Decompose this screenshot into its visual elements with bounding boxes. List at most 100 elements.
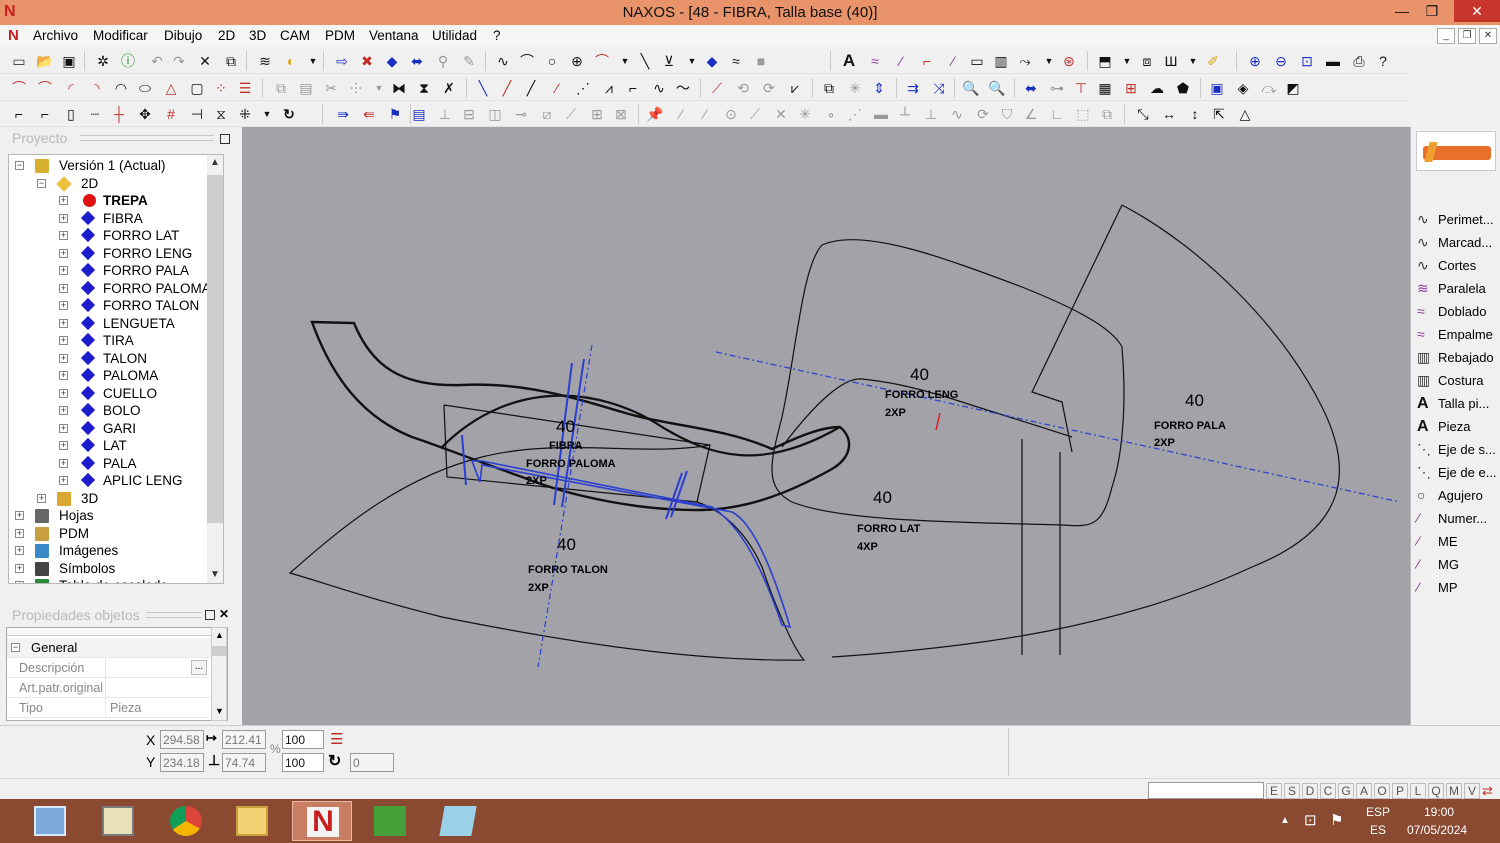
expand-toggle-icon[interactable]: + <box>59 441 68 450</box>
star-icon[interactable]: ✳ <box>796 105 814 123</box>
tree-item[interactable]: + Hojas <box>9 507 209 525</box>
menu-3d[interactable]: 3D <box>249 28 266 43</box>
pin-icon[interactable]: 📌 <box>646 105 664 123</box>
tool-pieza[interactable]: A Pieza <box>1415 416 1500 438</box>
tool-perimet[interactable]: ∿ Perimet... <box>1415 209 1500 231</box>
status-special-icon[interactable]: ⇄ <box>1482 783 1498 799</box>
dropdown-arrow-icon[interactable]: ▼ <box>304 52 322 70</box>
expand-toggle-icon[interactable]: + <box>59 248 68 258</box>
split-icon[interactable]: ⸭ <box>347 79 365 97</box>
explode-icon[interactable]: ✳ <box>846 79 864 97</box>
baseline-icon[interactable]: ⊥ <box>922 105 940 123</box>
small-circle-icon[interactable]: ∘ <box>822 105 840 123</box>
offset-icon[interactable]: ⁄ <box>892 52 910 70</box>
expand-toggle-icon[interactable]: + <box>59 476 68 485</box>
tree-item[interactable]: + Símbolos <box>9 560 209 578</box>
ruler-ticks-icon[interactable]: ┴ <box>896 105 914 123</box>
grade-icon[interactable]: ⟋ <box>562 105 580 123</box>
scatter-dropdown-icon[interactable]: ▼ <box>258 105 276 123</box>
scroll-thumb[interactable] <box>212 646 226 656</box>
import-dropdown-icon[interactable]: ▼ <box>1118 52 1136 70</box>
tree-item[interactable]: + FORRO LENG <box>9 245 209 263</box>
collapse-toggle-icon[interactable]: − <box>15 161 24 170</box>
right-angle-icon[interactable]: ∟ <box>1048 105 1066 123</box>
line-icon[interactable]: ╲ <box>636 52 654 70</box>
x-coordinate-field[interactable]: 294.58 <box>160 730 204 749</box>
tree-item[interactable]: + FIBRA <box>9 210 209 228</box>
taskbar-explorer[interactable] <box>88 801 148 841</box>
corner-1-icon[interactable]: ⌐ <box>10 105 28 123</box>
corner-icon[interactable]: ⌐ <box>918 52 936 70</box>
prop-value-tipo[interactable]: Pieza <box>105 698 209 717</box>
zoom-window-icon[interactable]: ⊕ <box>1246 52 1264 70</box>
hash-icon[interactable]: # <box>162 105 180 123</box>
flag-tray-icon[interactable]: ⚑ <box>1330 811 1343 829</box>
image-icon[interactable]: ▣ <box>1208 79 1226 97</box>
tree-item[interactable]: + APLIC LENG <box>9 472 209 490</box>
arc-tool-1-icon[interactable]: ⌒ <box>10 79 28 97</box>
slant-2-icon[interactable]: ⁄ <box>696 105 714 123</box>
spline-icon[interactable]: ∿ <box>494 52 512 70</box>
expand-toggle-icon[interactable]: + <box>59 231 68 240</box>
cut-icon[interactable]: ✕ <box>196 52 214 70</box>
zoom-all-icon[interactable]: ⊡ <box>1298 52 1316 70</box>
dim-arc-icon[interactable]: △ <box>1236 105 1254 123</box>
taskbar-folder[interactable] <box>222 801 282 841</box>
status-flag-v[interactable]: V <box>1464 783 1480 799</box>
zigzag-icon[interactable]: ⩘ <box>600 79 618 97</box>
arc-tool-3-icon[interactable]: ◜ <box>62 79 80 97</box>
layers-stack-icon[interactable]: ⧈ <box>1138 52 1156 70</box>
language-indicator[interactable]: ESP <box>1366 805 1390 819</box>
pen-tool-icon[interactable]: ✎ <box>460 52 478 70</box>
menu-dibujo[interactable]: Dibujo <box>164 28 202 43</box>
rotate-icon[interactable]: ⟲ <box>734 79 752 97</box>
layers-icon[interactable]: ≋ <box>256 52 274 70</box>
save-icon[interactable]: ▣ <box>60 52 78 70</box>
tool-marcad[interactable]: ∿ Marcad... <box>1415 232 1500 254</box>
arc-icon[interactable]: ⌒ <box>593 52 611 70</box>
expand-toggle-icon[interactable]: + <box>15 511 24 520</box>
scroll-thumb[interactable] <box>207 175 223 523</box>
document-icon[interactable]: ▤ <box>410 105 428 123</box>
clock-date[interactable]: 07/05/2024 <box>1407 823 1467 837</box>
slash-box-icon[interactable]: ⧄ <box>538 105 556 123</box>
split-dropdown-icon[interactable]: ▼ <box>370 79 388 97</box>
keyboard-indicator[interactable]: ES <box>1370 823 1386 837</box>
reverse-icon[interactable]: ⇚ <box>360 105 378 123</box>
move-icon[interactable]: ✥ <box>136 105 154 123</box>
comb-dropdown-icon[interactable]: ▼ <box>1184 52 1202 70</box>
expand-toggle-icon[interactable]: + <box>37 493 46 503</box>
scissors-icon[interactable]: ✂ <box>322 79 340 97</box>
dots-icon[interactable]: ⁘ <box>212 79 230 97</box>
expand-toggle-icon[interactable]: + <box>59 353 68 363</box>
diamond-tool-icon[interactable]: ◆ <box>383 52 401 70</box>
taskbar-chrome[interactable] <box>156 801 216 841</box>
columns-icon[interactable]: ◫ <box>486 105 504 123</box>
tree-item[interactable]: + FORRO TALON <box>9 297 209 315</box>
mdi-restore-button[interactable]: ❐ <box>1458 28 1476 44</box>
sweep-icon[interactable]: ⤼ <box>1260 79 1278 97</box>
tree-item[interactable]: + TIRA <box>9 332 209 350</box>
h-split-icon[interactable]: ⊟ <box>460 105 478 123</box>
drawing-canvas[interactable]: 40 FORRO LENG 2XP 40 FORRO PALA 2XP 40 F… <box>242 127 1410 725</box>
tree-item[interactable]: + FORRO LAT <box>9 227 209 245</box>
square-dots-icon[interactable]: ⬚ <box>1074 105 1092 123</box>
x-box-icon[interactable]: ⊠ <box>612 105 630 123</box>
y-coordinate-field[interactable]: 234.18 <box>160 753 204 772</box>
expand-toggle-icon[interactable]: + <box>15 546 24 555</box>
status-flag-p[interactable]: P <box>1392 783 1408 799</box>
collapse-toggle-icon[interactable]: − <box>37 178 46 188</box>
tick-icon[interactable]: ┼ <box>110 105 128 123</box>
tree-item[interactable]: + PALA <box>9 455 209 473</box>
tilde-icon[interactable]: 〜 <box>674 79 692 97</box>
tree-item[interactable]: + LAT <box>9 437 209 455</box>
scroll-down-icon[interactable]: ▼ <box>215 706 224 716</box>
layer-group-icon[interactable]: ◩ <box>1284 79 1302 97</box>
move-right-icon[interactable]: ⇨ <box>333 52 351 70</box>
dim-diagonal-icon[interactable]: ⤡ <box>1134 105 1152 123</box>
expand-toggle-icon[interactable]: + <box>59 318 68 328</box>
line-red-icon[interactable]: ╱ <box>498 79 516 97</box>
panel-grip[interactable] <box>80 135 214 141</box>
mark-icon[interactable]: ⤳ <box>1016 52 1034 70</box>
move-updown-icon[interactable]: ⇕ <box>870 79 888 97</box>
